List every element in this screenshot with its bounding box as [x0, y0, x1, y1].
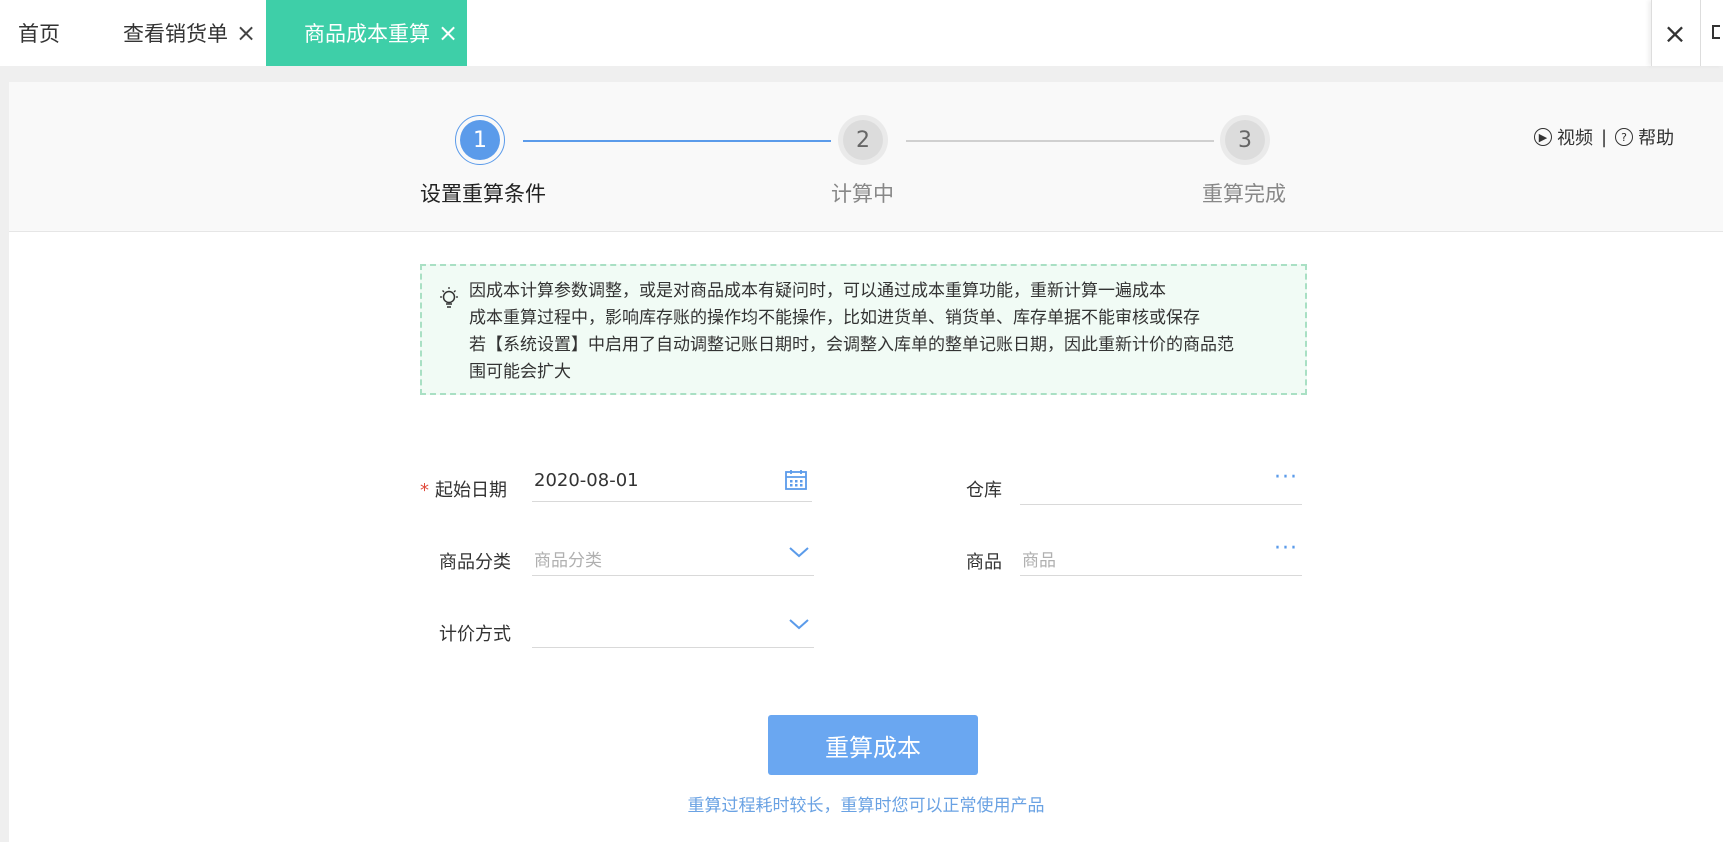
warehouse-input[interactable]: ···	[1020, 463, 1302, 505]
help-label: 帮助	[1638, 128, 1675, 149]
warehouse-label: 仓库	[966, 480, 1002, 501]
info-notice: 因成本计算参数调整，或是对商品成本有疑问时，可以通过成本重算功能，重新计算一遍成…	[420, 264, 1307, 395]
category-placeholder: 商品分类	[534, 551, 602, 571]
help-links: ▶ 视频 | ? 帮助	[1534, 124, 1674, 150]
close-all-tabs-icon[interactable]: ×	[1658, 16, 1692, 50]
start-date-value: 2020-08-01	[534, 470, 639, 491]
category-label: 商品分类	[439, 552, 511, 573]
category-select[interactable]: 商品分类	[532, 534, 814, 576]
tab-home[interactable]: 首页	[18, 0, 60, 66]
calendar-icon[interactable]	[784, 469, 808, 491]
question-icon: ?	[1615, 128, 1634, 146]
start-date-label: * 起始日期	[420, 480, 507, 501]
step-2-indicator: 2	[838, 115, 888, 165]
product-label: 商品	[966, 552, 1002, 573]
step-3-indicator: 3	[1220, 115, 1270, 165]
close-icon[interactable]: ×	[438, 21, 458, 45]
step-number: 3	[1225, 120, 1265, 160]
notice-line: 因成本计算参数调整，或是对商品成本有疑问时，可以通过成本重算功能，重新计算一遍成…	[469, 281, 1166, 301]
tab-view-sales-order[interactable]: 查看销货单 ×	[123, 0, 256, 66]
step-1-indicator: 1	[455, 115, 505, 165]
start-date-input[interactable]: 2020-08-01	[532, 460, 812, 502]
step-3-label: 重算完成	[1202, 182, 1286, 206]
step-connector	[906, 140, 1214, 142]
close-icon[interactable]: ×	[236, 21, 256, 45]
video-link[interactable]: ▶ 视频	[1534, 124, 1593, 150]
notice-line: 成本重算过程中，影响库存账的操作均不能操作，比如进货单、销货单、库存单据不能审核…	[469, 308, 1200, 328]
step-progress: 1 2 3 设置重算条件 计算中 重算完成 ▶ 视频 | ? 帮助	[9, 82, 1723, 232]
step-1-label: 设置重算条件	[420, 182, 546, 206]
chevron-down-icon	[789, 547, 809, 558]
notice-line: 若【系统设置】中启用了自动调整记账日期时，会调整入库单的整单记账日期，因此重新计…	[469, 335, 1234, 355]
notice-line: 围可能会扩大	[469, 362, 571, 382]
pricing-method-select[interactable]	[532, 606, 814, 648]
more-options-icon[interactable]: ···	[1274, 465, 1298, 490]
pricing-method-label: 计价方式	[439, 624, 511, 645]
recalc-hint: 重算过程耗时较长，重算时您可以正常使用产品	[687, 796, 1045, 816]
main-panel: 1 2 3 设置重算条件 计算中 重算完成 ▶ 视频 | ? 帮助 因成本计算参…	[9, 82, 1723, 842]
recalculate-cost-button[interactable]: 重算成本	[768, 715, 978, 775]
tab-bar: 首页 查看销货单 × 商品成本重算 × ×	[0, 0, 1723, 66]
tab-sales-label: 查看销货单	[123, 22, 228, 46]
fullscreen-icon[interactable]	[1700, 0, 1723, 66]
step-number: 1	[460, 120, 500, 160]
video-label: 视频	[1557, 128, 1593, 149]
chevron-down-icon	[789, 619, 809, 630]
more-options-icon[interactable]: ···	[1274, 536, 1298, 561]
product-input[interactable]: 商品 ···	[1020, 534, 1302, 576]
help-link[interactable]: ? 帮助	[1615, 124, 1674, 150]
step-connector	[523, 140, 831, 142]
tab-home-label: 首页	[18, 22, 60, 46]
product-placeholder: 商品	[1022, 551, 1056, 571]
step-2-label: 计算中	[831, 182, 894, 206]
play-icon: ▶	[1534, 128, 1552, 146]
notice-text: 因成本计算参数调整，或是对商品成本有疑问时，可以通过成本重算功能，重新计算一遍成…	[469, 278, 1299, 386]
tab-cost-recalc-label: 商品成本重算	[304, 22, 430, 46]
tab-cost-recalc[interactable]: 商品成本重算 ×	[266, 0, 467, 66]
lightbulb-icon	[440, 287, 458, 308]
divider: |	[1601, 126, 1608, 148]
step-number: 2	[843, 120, 883, 160]
required-mark: *	[420, 480, 429, 501]
